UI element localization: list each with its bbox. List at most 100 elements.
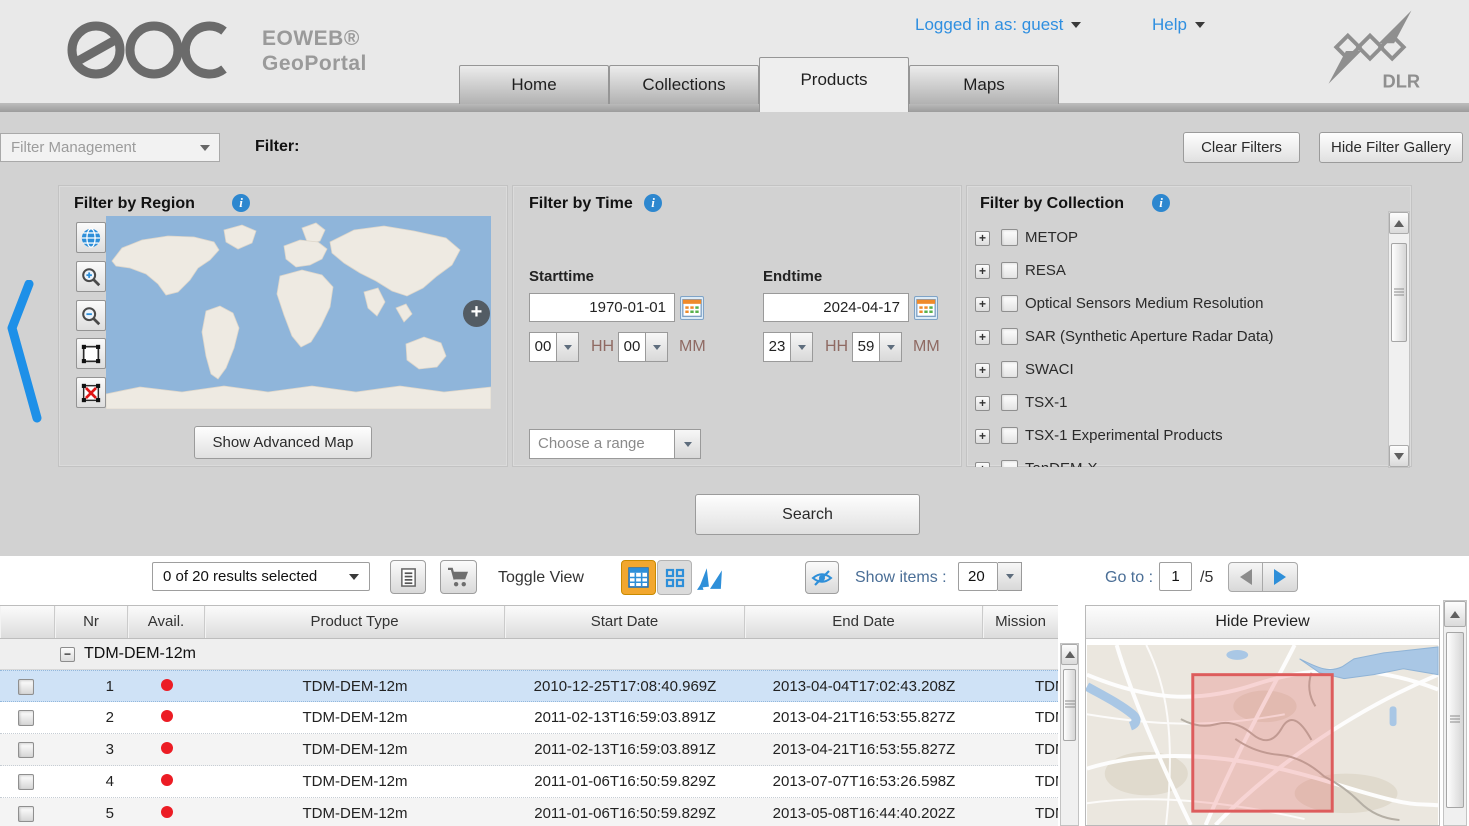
collapse-icon[interactable]: − [60,647,75,662]
row-checkbox[interactable] [0,805,55,822]
search-button[interactable]: Search [695,494,920,535]
clear-selection-icon[interactable] [76,377,106,408]
row-checkbox[interactable] [0,677,55,694]
scrollbar-thumb[interactable] [1446,632,1464,808]
table-row[interactable]: 2TDM-DEM-12m2011-02-13T16:59:03.891Z2013… [0,702,1058,734]
collection-checkbox[interactable] [1001,394,1018,411]
endtime-label: Endtime [763,268,822,285]
expand-icon[interactable]: + [975,396,990,411]
header-nr[interactable]: Nr [55,606,128,638]
expand-icon[interactable]: + [975,462,990,467]
region-world-map[interactable]: + [106,216,491,409]
collection-checkbox[interactable] [1001,460,1018,467]
chevron-down-icon[interactable] [646,332,668,362]
chevron-down-icon[interactable] [880,332,902,362]
info-icon[interactable]: i [644,194,662,212]
collection-checkbox[interactable] [1001,262,1018,279]
eoc-logo [66,16,231,84]
table-row[interactable]: 4TDM-DEM-12m2011-01-06T16:50:59.829Z2013… [0,766,1058,798]
table-view-icon[interactable] [621,560,656,595]
scroll-down-icon[interactable] [1389,445,1409,467]
availability-indicator [128,741,205,758]
collection-scrollbar[interactable] [1388,211,1410,468]
scroll-up-icon[interactable] [1444,601,1466,627]
start-hour-select[interactable]: 00 [529,332,557,362]
endtime-date-input[interactable]: 2024-04-17 [763,293,909,322]
info-icon[interactable]: i [232,194,250,212]
expand-icon[interactable]: + [975,363,990,378]
login-menu[interactable]: Logged in as: guest [915,15,1081,35]
chevron-down-icon[interactable] [791,332,813,362]
collection-checkbox[interactable] [1001,361,1018,378]
help-menu[interactable]: Help [1152,15,1205,35]
expand-icon[interactable]: + [975,429,990,444]
cart-icon[interactable] [440,560,477,594]
header-product-type[interactable]: Product Type [205,606,505,638]
info-icon[interactable]: i [1152,194,1170,212]
preview-map[interactable] [1086,645,1439,825]
results-group-row[interactable]: − TDM-DEM-12m [0,639,1058,670]
prev-page-icon[interactable] [1228,562,1263,592]
header-avail[interactable]: Avail. [128,606,205,638]
collapse-gallery-chevron-icon[interactable] [4,280,46,425]
collection-checkbox[interactable] [1001,427,1018,444]
end-hour-select[interactable]: 23 [763,332,791,362]
tab-home[interactable]: Home [459,65,609,104]
next-page-icon[interactable] [1263,562,1298,592]
map-expand-plus-button[interactable]: + [463,300,490,327]
header-start-date[interactable]: Start Date [505,606,745,638]
metadata-document-icon[interactable] [390,560,426,594]
filter-management-select[interactable]: Filter Management [0,133,220,162]
zoom-in-icon[interactable] [76,261,106,292]
expand-icon[interactable]: + [975,297,990,312]
chevron-down-icon[interactable] [998,562,1022,591]
tab-products[interactable]: Products [759,57,909,112]
expand-icon[interactable]: + [975,264,990,279]
range-select[interactable]: Choose a range [529,429,675,459]
zoom-out-icon[interactable] [76,300,106,331]
hide-preview-button[interactable]: Hide Preview [1086,606,1439,639]
chevron-down-icon[interactable] [557,332,579,362]
row-checkbox[interactable] [0,773,55,790]
footprint-rectangle [1193,675,1332,811]
end-minute-select[interactable]: 59 [852,332,880,362]
hide-footprints-eye-icon[interactable] [805,561,839,594]
swath-view-icon[interactable] [692,560,727,595]
collection-checkbox[interactable] [1001,229,1018,246]
table-row[interactable]: 3TDM-DEM-12m2011-02-13T16:59:03.891Z2013… [0,734,1058,766]
expand-icon[interactable]: + [975,330,990,345]
scrollbar-thumb[interactable] [1391,243,1407,342]
calendar-icon[interactable] [680,296,704,320]
table-row[interactable]: 1TDM-DEM-12m2010-12-25T17:08:40.969Z2013… [0,670,1058,702]
show-items-select[interactable]: 20 [958,562,998,591]
row-checkbox[interactable] [0,709,55,726]
chevron-down-icon[interactable] [675,429,701,459]
row-checkbox[interactable] [0,741,55,758]
starttime-date-input[interactable]: 1970-01-01 [529,293,675,322]
goto-page-input[interactable]: 1 [1159,562,1192,591]
tab-maps[interactable]: Maps [909,65,1059,104]
collection-checkbox[interactable] [1001,328,1018,345]
hh-label: HH [591,338,614,356]
results-selection-select[interactable]: 0 of 20 results selected [152,562,370,591]
table-row[interactable]: 5TDM-DEM-12m2011-01-06T16:50:59.829Z2013… [0,798,1058,826]
show-advanced-map-button[interactable]: Show Advanced Map [194,426,372,459]
grid-view-icon[interactable] [657,560,692,595]
expand-icon[interactable]: + [975,231,990,246]
start-minute-select[interactable]: 00 [618,332,646,362]
scroll-up-icon[interactable] [1061,644,1078,665]
tab-collections[interactable]: Collections [609,65,759,104]
header-end-date[interactable]: End Date [745,606,983,638]
collection-item: +SWACI [967,354,1382,387]
box-select-icon[interactable] [76,338,106,369]
header-mission[interactable]: Mission [983,606,1058,638]
hide-filter-gallery-button[interactable]: Hide Filter Gallery [1319,132,1463,163]
scroll-up-icon[interactable] [1389,212,1409,234]
calendar-icon[interactable] [914,296,938,320]
scrollbar-thumb[interactable] [1063,669,1076,741]
clear-filters-button[interactable]: Clear Filters [1183,132,1300,163]
collection-checkbox[interactable] [1001,295,1018,312]
page-scrollbar[interactable] [1443,600,1467,826]
table-scrollbar[interactable] [1060,643,1079,826]
globe-icon[interactable] [76,222,106,253]
